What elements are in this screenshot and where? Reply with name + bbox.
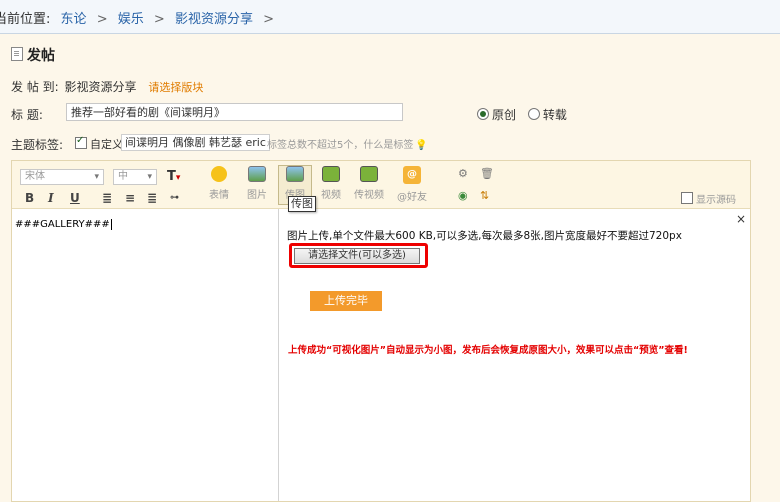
font-size-select[interactable]: 中 xyxy=(113,169,157,185)
editor-toolbar: 宋体 中 T▾ B I U ≣ ≡ ≣ ⊶ 表情 图片 传图 视频 传视频 xyxy=(12,161,750,209)
post-to-label: 发 帖 到: xyxy=(11,80,59,94)
text-color-icon[interactable]: T▾ xyxy=(167,169,180,184)
tool-image[interactable]: 图片 xyxy=(241,166,273,201)
smiley-icon xyxy=(211,166,227,182)
custom-tag-toggle[interactable]: 自定义 xyxy=(75,135,123,152)
tool-video-label: 视频 xyxy=(321,190,341,201)
tags-hint: 标签总数不超过5个，什么是标签 💡 xyxy=(267,136,428,151)
upload-image-icon xyxy=(286,166,304,182)
upload-success-note: 上传成功“可视化图片”自动显示为小图，发布后会恢复成原图大小，效果可以点击“预览… xyxy=(288,345,688,356)
repost-radio[interactable] xyxy=(527,108,540,120)
title-input[interactable]: 推荐一部好看的剧《间谍明月》 xyxy=(66,103,403,121)
choose-files-button[interactable]: 请选择文件(可以多选) xyxy=(294,248,420,264)
align-left-icon[interactable]: ≣ xyxy=(102,191,112,205)
tool-at-friend[interactable]: @ @好友 xyxy=(396,166,428,203)
link-icon[interactable]: ⊶ xyxy=(170,193,179,203)
text-cursor xyxy=(110,219,112,230)
align-right-icon[interactable]: ≣ xyxy=(147,191,157,205)
tool-upload-video[interactable]: 传视频 xyxy=(353,166,385,201)
upload-done-button[interactable]: 上传完毕 xyxy=(310,291,382,311)
tool-image-label: 图片 xyxy=(247,190,267,201)
trash-icon[interactable]: 🗑 xyxy=(480,167,494,180)
tool-emoticon[interactable]: 表情 xyxy=(203,166,235,201)
original-radio[interactable] xyxy=(477,108,489,120)
breadcrumb-item-entertainment[interactable]: 娱乐 xyxy=(118,12,144,27)
tools-icon[interactable]: ⚙ xyxy=(458,167,468,180)
font-family-select[interactable]: 宋体 xyxy=(20,169,104,185)
show-source-checkbox[interactable] xyxy=(681,192,693,204)
breadcrumb-item-home[interactable]: 东论 xyxy=(61,12,87,27)
repost-label: 转载 xyxy=(542,108,567,122)
breadcrumb-separator: > xyxy=(263,12,274,27)
video-icon xyxy=(322,166,340,182)
breadcrumb-separator: > xyxy=(96,12,108,27)
custom-tag-label: 自定义 xyxy=(90,138,123,151)
show-source-label: 显示源码 xyxy=(696,195,736,206)
upload-info-text: 图片上传,单个文件最大600 KB,可以多选,每次最多8张,图片宽度最好不要超过… xyxy=(287,230,682,242)
breadcrumb-item-forum[interactable]: 影视资源分享 xyxy=(175,12,253,27)
align-center-icon[interactable]: ≡ xyxy=(125,191,135,205)
tags-hint-text: 标签总数不超过5个，什么是标签 xyxy=(267,140,414,151)
show-source-toggle[interactable]: 显示源码 xyxy=(681,191,736,206)
at-friend-icon: @ xyxy=(403,166,421,184)
breadcrumb: 当前位置: 东论 > 娱乐 > 影视资源分享 > xyxy=(0,8,280,27)
document-icon xyxy=(11,47,23,61)
close-icon[interactable]: × xyxy=(736,212,746,226)
editor-content: ###GALLERY### xyxy=(15,219,110,230)
editor: 宋体 中 T▾ B I U ≣ ≡ ≣ ⊶ 表情 图片 传图 视频 传视频 xyxy=(11,160,751,502)
italic-button[interactable]: I xyxy=(48,191,54,205)
sort-icon[interactable]: ⇅ xyxy=(480,189,489,202)
editor-text-area[interactable]: ###GALLERY### xyxy=(15,219,112,230)
image-icon xyxy=(248,166,266,182)
page-title: 发帖 xyxy=(11,45,55,65)
page-title-text: 发帖 xyxy=(27,48,55,64)
tags-label: 主题标签: xyxy=(11,138,64,152)
title-label: 标 题: xyxy=(11,108,43,122)
tooltip: 传图 xyxy=(288,196,316,212)
tool-video[interactable]: 视频 xyxy=(315,166,347,201)
choose-forum-link[interactable]: 请选择版块 xyxy=(148,81,203,94)
tool-upload-video-label: 传视频 xyxy=(354,190,384,201)
tool-emoticon-label: 表情 xyxy=(209,190,229,201)
lightbulb-icon: 💡 xyxy=(415,140,428,151)
upload-video-icon xyxy=(360,166,378,182)
post-to-row: 发 帖 到: 影视资源分享 请选择版块 xyxy=(11,78,203,95)
breadcrumb-separator: > xyxy=(153,12,165,27)
editor-divider xyxy=(278,209,279,501)
bold-button[interactable]: B xyxy=(25,191,34,205)
breadcrumb-bar: 当前位置: 东论 > 娱乐 > 影视资源分享 > xyxy=(0,0,780,34)
underline-button[interactable]: U xyxy=(70,191,80,205)
breadcrumb-prefix: 当前位置: xyxy=(0,12,51,27)
globe-icon[interactable]: ◉ xyxy=(458,189,468,202)
original-label: 原创 xyxy=(492,108,517,122)
post-to-forum: 影视资源分享 xyxy=(64,80,137,94)
custom-tag-checkbox[interactable] xyxy=(75,135,87,149)
post-type-group: 原创 转载 xyxy=(477,106,567,123)
tool-at-friend-label: @好友 xyxy=(397,192,427,203)
tags-input[interactable]: 间谍明月 偶像剧 韩艺瑟 eric xyxy=(121,134,270,151)
